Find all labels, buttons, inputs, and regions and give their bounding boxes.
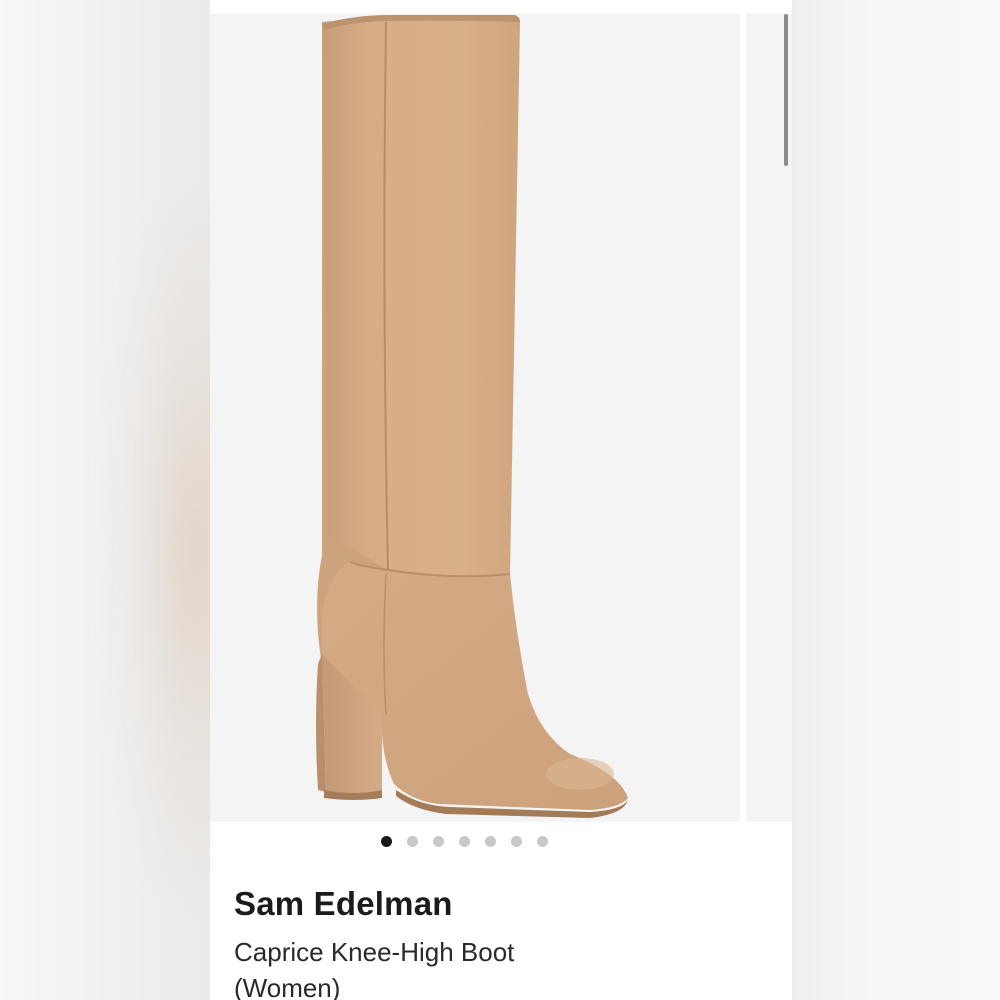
- carousel-dot[interactable]: [536, 836, 548, 847]
- product-title: Caprice Knee-High Boot (Women): [234, 937, 515, 1000]
- screenshot-frame: Sam Edelman Caprice Knee-High Boot (Wome…: [0, 0, 1000, 1000]
- boot-photo-icon: [316, 15, 628, 818]
- blurred-background-left: [0, 0, 270, 1000]
- product-brand[interactable]: Sam Edelman: [234, 885, 453, 923]
- carousel-dot[interactable]: [432, 836, 444, 847]
- carousel-pagination[interactable]: [210, 836, 792, 850]
- carousel-dot[interactable]: [380, 836, 392, 847]
- product-image-carousel[interactable]: [210, 14, 792, 822]
- product-screen: Sam Edelman Caprice Knee-High Boot (Wome…: [210, 0, 792, 1000]
- top-strip: [210, 0, 792, 14]
- carousel-dot[interactable]: [406, 836, 418, 847]
- carousel-dot[interactable]: [458, 836, 470, 847]
- blurred-background-right: [792, 0, 1000, 1000]
- carousel-dot[interactable]: [484, 836, 496, 847]
- scrollbar[interactable]: [784, 14, 788, 166]
- carousel-dot[interactable]: [510, 836, 522, 847]
- product-image-slide[interactable]: [210, 14, 740, 822]
